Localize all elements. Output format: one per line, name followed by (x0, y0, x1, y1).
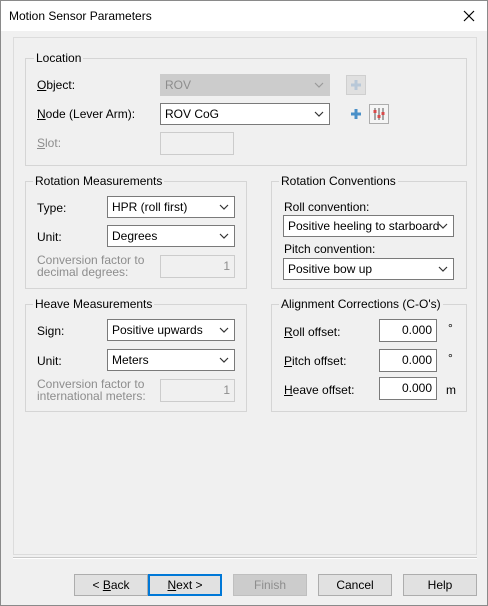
plus-icon (351, 109, 361, 119)
heave-measurements-title: Heave Measurements (33, 297, 155, 311)
add-node-button[interactable] (346, 104, 366, 124)
node-label: Node (Lever Arm): (37, 107, 136, 121)
heave-conversion-value: 1 (223, 383, 230, 397)
location-group-title: Location (34, 51, 84, 65)
sliders-icon (373, 108, 385, 120)
pitch-offset-value: 0.000 (401, 353, 432, 367)
heave-sign-combo[interactable]: Positive upwards (107, 319, 235, 341)
rotation-type-combo[interactable]: HPR (roll first) (107, 196, 235, 218)
content-panel: Location Object: ROV Node (Lever Arm): R… (13, 37, 477, 555)
rotation-type-value: HPR (roll first) (112, 200, 188, 214)
chevron-down-icon (217, 350, 231, 370)
roll-offset-unit: ° (448, 321, 453, 335)
title-bar: Motion Sensor Parameters (1, 1, 487, 31)
dialog-title: Motion Sensor Parameters (9, 9, 152, 23)
rotation-unit-label: Unit: (37, 230, 62, 244)
chevron-down-icon (436, 216, 450, 236)
rotation-conventions-title: Rotation Conventions (279, 174, 398, 188)
rotation-measurements-title: Rotation Measurements (33, 174, 165, 188)
rotation-conversion-label: Conversion factor to decimal degrees: (37, 253, 145, 279)
roll-convention-label: Roll convention: (284, 200, 370, 214)
pitch-convention-value: Positive bow up (288, 262, 373, 276)
footer-separator-highlight (13, 558, 477, 559)
heave-unit-label: Unit: (37, 354, 62, 368)
chevron-down-icon (217, 226, 231, 246)
heave-offset-unit: m (446, 383, 456, 397)
object-label-rest: bject: (46, 78, 76, 92)
roll-offset-input[interactable]: 0.000 (379, 319, 437, 342)
object-combo: ROV (160, 74, 330, 96)
plus-icon (351, 80, 361, 90)
pitch-offset-input[interactable]: 0.000 (379, 349, 437, 372)
pitch-offset-unit: ° (448, 351, 453, 365)
heave-sign-label: Sign: (37, 324, 65, 338)
help-button[interactable]: Help (403, 574, 477, 596)
heave-offset-value: 0.000 (401, 381, 432, 395)
pitch-offset-label: Pitch offset: (284, 354, 347, 368)
pitch-convention-combo[interactable]: Positive bow up (283, 258, 454, 280)
roll-offset-value: 0.000 (401, 323, 432, 337)
rotation-unit-combo[interactable]: Degrees (107, 225, 235, 247)
chevron-down-icon (217, 197, 231, 217)
heave-conversion-label: Conversion factor to international meter… (37, 377, 146, 403)
finish-button: Finish (233, 574, 307, 596)
node-value: ROV CoG (165, 107, 220, 121)
heave-unit-combo[interactable]: Meters (107, 349, 235, 371)
edit-node-button[interactable] (369, 104, 389, 124)
chevron-down-icon (217, 320, 231, 340)
heave-offset-input[interactable]: 0.000 (379, 377, 437, 400)
heave-sign-value: Positive upwards (112, 323, 203, 337)
add-object-button (346, 75, 366, 95)
close-icon (463, 10, 475, 22)
slot-field (160, 132, 234, 155)
heave-offset-label: Heave offset: (284, 383, 355, 397)
chevron-down-icon (436, 259, 450, 279)
roll-convention-value: Positive heeling to starboard (288, 219, 440, 233)
rotation-conversion-field: 1 (160, 255, 235, 278)
roll-convention-combo[interactable]: Positive heeling to starboard (283, 215, 454, 237)
roll-offset-label: Roll offset: (284, 325, 341, 339)
rotation-type-label: Type: (37, 201, 67, 215)
alignment-corrections-title: Alignment Corrections (C-O's) (279, 297, 443, 311)
rotation-conversion-value: 1 (223, 259, 230, 273)
chevron-down-icon (312, 104, 326, 124)
back-button[interactable]: < Back (74, 574, 148, 596)
next-button[interactable]: Next > (148, 574, 222, 596)
cancel-button[interactable]: Cancel (318, 574, 392, 596)
rotation-unit-value: Degrees (112, 229, 158, 243)
node-combo[interactable]: ROV CoG (160, 103, 330, 125)
heave-conversion-field: 1 (160, 379, 235, 402)
heave-unit-value: Meters (112, 353, 149, 367)
motion-sensor-dialog: Motion Sensor Parameters Location Object… (0, 0, 488, 606)
object-label: Object: (37, 78, 76, 92)
close-button[interactable] (451, 1, 487, 31)
slot-label: Slot: (37, 136, 62, 150)
pitch-convention-label: Pitch convention: (284, 242, 376, 256)
object-value: ROV (165, 78, 192, 92)
chevron-down-icon (312, 75, 326, 95)
